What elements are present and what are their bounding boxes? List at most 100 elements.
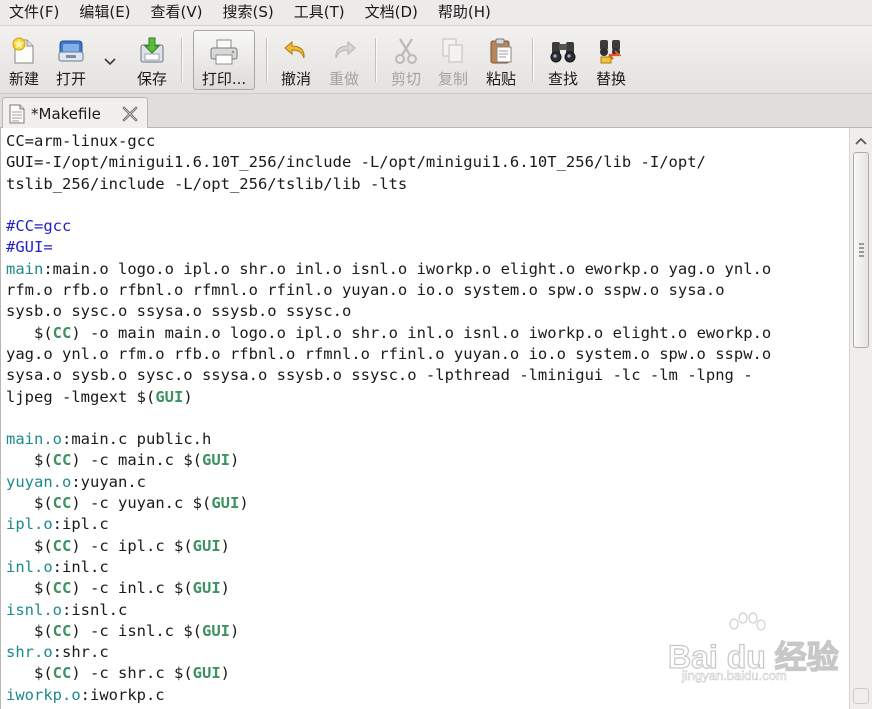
code-line: rfm.o rfb.o rfbnl.o rfmnl.o rfinl.o yuya… bbox=[6, 280, 846, 301]
vertical-scrollbar[interactable] bbox=[849, 128, 872, 709]
makefile-variable: CC bbox=[52, 536, 72, 555]
makefile-variable: GUI bbox=[202, 621, 230, 640]
code-text: $( bbox=[6, 664, 53, 683]
code-text: $( bbox=[6, 621, 53, 640]
editor-area[interactable]: CC=arm-linux-gcc GUI=-I/opt/minigui1.6.10… bbox=[0, 128, 872, 709]
menu-file[interactable]: 文件(F) bbox=[0, 0, 69, 26]
code-text: ) -c yuyan.c $( bbox=[71, 494, 212, 513]
code-line: #CC=gcc bbox=[6, 216, 846, 237]
code-text: rfm.o rfb.o rfbnl.o rfmnl.o rfinl.o yuya… bbox=[6, 281, 725, 300]
code-text: ) bbox=[239, 494, 249, 513]
redo-button[interactable]: 重做 bbox=[325, 30, 363, 90]
replace-button[interactable]: 替换 bbox=[592, 30, 630, 90]
tab-makefile[interactable]: *Makefile bbox=[2, 97, 148, 129]
new-label: 新建 bbox=[8, 70, 39, 88]
code-line: $(CC) -c shr.c $(GUI) bbox=[6, 663, 846, 684]
makefile-variable: CC bbox=[52, 323, 72, 342]
code-text: ) -c ipl.c $( bbox=[71, 536, 193, 555]
code-line: $(CC) -c ipl.c $(GUI) bbox=[6, 536, 846, 557]
menu-documents[interactable]: 文档(D) bbox=[355, 0, 428, 26]
replace-icon bbox=[596, 36, 626, 66]
toolbar-separator bbox=[266, 38, 267, 82]
makefile-target: main.o bbox=[6, 430, 62, 449]
scrollbar-grip bbox=[859, 243, 864, 257]
code-line: $(CC) -c main.c $(GUI) bbox=[6, 450, 846, 471]
code-text: ) -c main.c $( bbox=[71, 451, 202, 470]
menu-tools[interactable]: 工具(T) bbox=[284, 0, 355, 26]
code-line: yag.o ynl.o rfm.o rfb.o rfbnl.o rfmnl.o … bbox=[6, 344, 846, 365]
toolbar-separator bbox=[532, 38, 533, 82]
code-line: sysb.o sysc.o ssysa.o ssysb.o ssysc.o bbox=[6, 301, 846, 322]
makefile-variable: CC bbox=[52, 579, 72, 598]
find-button[interactable]: 查找 bbox=[544, 30, 582, 90]
open-button[interactable]: 打开 bbox=[52, 30, 90, 90]
menu-edit[interactable]: 编辑(E) bbox=[69, 0, 140, 26]
code-line: main:main.o logo.o ipl.o shr.o inl.o isn… bbox=[6, 259, 846, 280]
code-text: $( bbox=[6, 494, 53, 513]
code-text: ) bbox=[220, 579, 231, 598]
code-text: ) -c shr.c $( bbox=[71, 664, 193, 683]
open-recent-dropdown[interactable] bbox=[100, 52, 120, 72]
code-text: tslib_256/include -L/opt_256/tslib/lib -… bbox=[6, 174, 408, 193]
code-line: inl.o:inl.c bbox=[6, 557, 846, 578]
code-line: ipl.o:ipl.c bbox=[6, 514, 846, 535]
binoculars-icon bbox=[548, 36, 578, 66]
scissors-icon bbox=[391, 36, 421, 66]
cut-button[interactable]: 剪切 bbox=[387, 30, 425, 90]
open-folder-icon bbox=[56, 36, 86, 66]
code-line: #GUI= bbox=[6, 237, 846, 258]
makefile-target: ipl.o bbox=[6, 515, 53, 534]
close-icon[interactable] bbox=[121, 105, 139, 123]
makefile-comment: #CC=gcc bbox=[6, 217, 72, 236]
code-text: ) bbox=[220, 664, 231, 683]
copy-icon bbox=[438, 36, 468, 66]
code-text: ) bbox=[230, 621, 240, 640]
code-text: :main.o logo.o ipl.o shr.o inl.o isnl.o … bbox=[43, 259, 772, 278]
code-text: CC=arm-linux-gcc bbox=[6, 132, 156, 150]
new-button[interactable]: 新建 bbox=[5, 30, 43, 90]
menu-bar: 文件(F) 编辑(E) 查看(V) 搜索(S) 工具(T) 文档(D) 帮助(H… bbox=[0, 0, 872, 26]
menu-help[interactable]: 帮助(H) bbox=[428, 0, 501, 26]
new-document-icon bbox=[9, 36, 39, 66]
scrollbar-track-end bbox=[853, 688, 869, 704]
code-line: $(CC) -o main main.o logo.o ipl.o shr.o … bbox=[6, 323, 846, 344]
save-icon bbox=[137, 36, 167, 66]
code-text: ) bbox=[230, 451, 240, 470]
save-button[interactable]: 保存 bbox=[133, 30, 171, 90]
text-view[interactable]: CC=arm-linux-gcc GUI=-I/opt/minigui1.6.10… bbox=[6, 131, 846, 709]
code-line: main.o:main.c public.h bbox=[6, 429, 846, 450]
code-text: sysb.o sysc.o ssysa.o ssysb.o ssysc.o bbox=[6, 302, 352, 321]
print-button[interactable]: 打印... bbox=[193, 30, 255, 90]
scrollbar-thumb[interactable] bbox=[853, 152, 869, 348]
makefile-variable: GUI bbox=[192, 664, 221, 683]
code-line: $(CC) -c isnl.c $(GUI) bbox=[6, 621, 846, 642]
code-text: sysa.o sysb.o sysc.o ssysa.o ssysb.o ssy… bbox=[6, 366, 753, 385]
copy-button[interactable]: 复制 bbox=[434, 30, 472, 90]
makefile-variable: GUI bbox=[211, 494, 240, 513]
code-text: :inl.c bbox=[52, 557, 109, 576]
menu-search[interactable]: 搜索(S) bbox=[213, 0, 284, 26]
chevron-down-icon bbox=[104, 58, 116, 66]
code-line: shr.o:shr.c bbox=[6, 642, 846, 663]
makefile-variable: CC bbox=[52, 664, 72, 683]
printer-icon bbox=[209, 37, 239, 66]
tab-title: *Makefile bbox=[31, 104, 101, 123]
code-text: :yuyan.c bbox=[71, 472, 146, 491]
paste-button[interactable]: 粘贴 bbox=[482, 30, 520, 90]
paste-label: 粘贴 bbox=[485, 70, 516, 88]
code-text: $( bbox=[6, 579, 53, 598]
code-text: :ipl.c bbox=[52, 515, 109, 534]
text-document-icon bbox=[9, 104, 25, 123]
undo-button[interactable]: 撤消 bbox=[277, 30, 315, 90]
code-line: $(CC) -c inl.c $(GUI) bbox=[6, 578, 846, 599]
code-line: tslib_256/include -L/opt_256/tslib/lib -… bbox=[6, 174, 846, 195]
menu-view[interactable]: 查看(V) bbox=[141, 0, 213, 26]
code-text: ) bbox=[220, 536, 231, 555]
print-label: 打印... bbox=[201, 70, 247, 88]
toolbar-separator bbox=[181, 38, 182, 82]
code-line: $(CC) -c yuyan.c $(GUI) bbox=[6, 493, 846, 514]
code-text: :main.c public.h bbox=[62, 430, 212, 449]
scroll-up-arrow-icon[interactable] bbox=[854, 134, 868, 148]
undo-label: 撤消 bbox=[280, 70, 311, 88]
redo-icon bbox=[329, 36, 359, 66]
